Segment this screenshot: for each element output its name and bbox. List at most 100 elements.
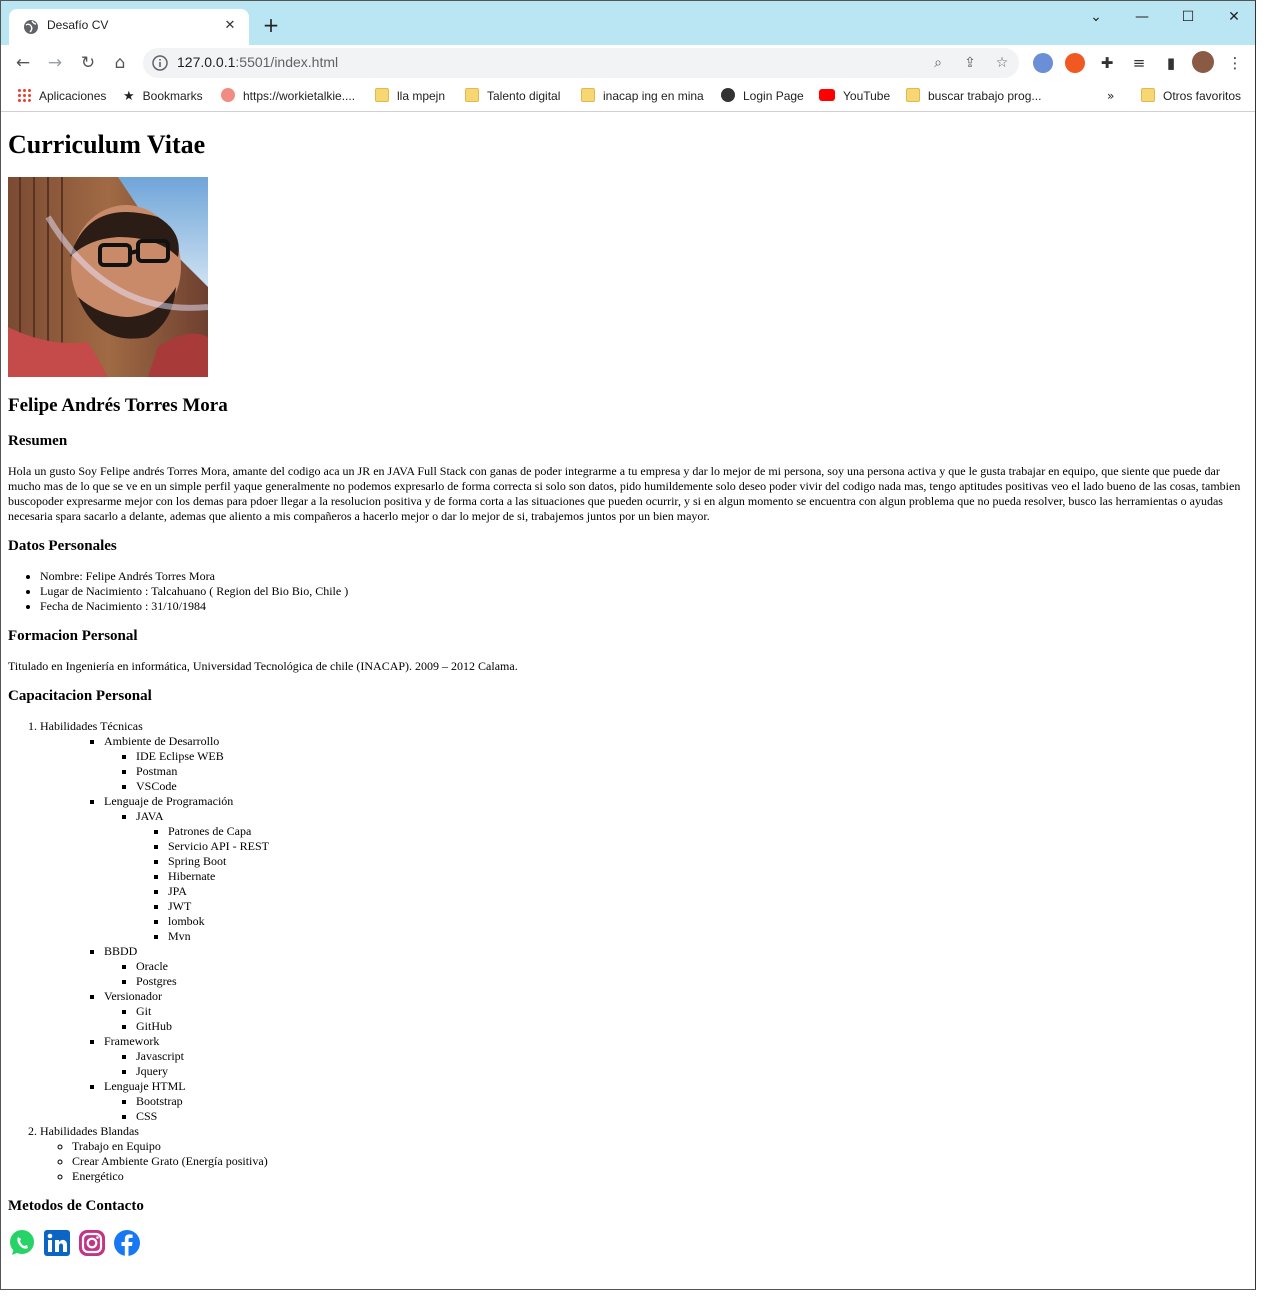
list-item: GitHub bbox=[136, 1019, 1253, 1034]
versionador-label: Versionador bbox=[104, 989, 162, 1003]
bbdd-list: Oracle Postgres bbox=[104, 959, 1253, 989]
java-label: JAVA bbox=[136, 809, 164, 823]
url-text[interactable]: 127.0.0.1:5501/index.html bbox=[177, 54, 338, 70]
list-item: JPA bbox=[168, 884, 1253, 899]
list-item: Framework Javascript Jquery bbox=[104, 1034, 1253, 1079]
resumen-heading: Resumen bbox=[8, 433, 68, 449]
linkedin-icon[interactable] bbox=[43, 1229, 71, 1257]
contacto-heading: Metodos de Contacto bbox=[8, 1198, 144, 1214]
datos-heading: Datos Personales bbox=[8, 538, 117, 554]
tab-desafio-cv[interactable]: Desafío CV ✕ bbox=[9, 9, 249, 45]
page-title: Curriculum Vitae bbox=[8, 130, 206, 159]
extensions-puzzle-icon[interactable]: ✚ bbox=[1095, 51, 1119, 75]
bookmark-bookmarks[interactable]: ★ Bookmarks bbox=[123, 87, 203, 105]
list-item: Nombre: Felipe Andrés Torres Mora bbox=[40, 569, 1253, 584]
maximize-button[interactable]: ☐ bbox=[1165, 7, 1211, 27]
list-item: Javascript bbox=[136, 1049, 1253, 1064]
bookmark-workietalkie[interactable]: https://workietalkie.... bbox=[221, 87, 355, 105]
info-icon[interactable] bbox=[151, 54, 169, 72]
instagram-icon[interactable] bbox=[78, 1229, 106, 1257]
ambiente-list: IDE Eclipse WEB Postman VSCode bbox=[104, 749, 1253, 794]
bookmark-youtube[interactable]: YouTube bbox=[819, 87, 890, 105]
whatsapp-icon[interactable] bbox=[8, 1229, 36, 1257]
bookmark-star-icon[interactable]: ☆ bbox=[993, 54, 1011, 72]
formacion-heading: Formacion Personal bbox=[8, 628, 138, 644]
blandas-label: Habilidades Blandas bbox=[40, 1124, 139, 1138]
back-icon[interactable]: ← bbox=[11, 51, 35, 75]
bookmark-aplicaciones[interactable]: Aplicaciones bbox=[17, 87, 106, 105]
tab-title: Desafío CV bbox=[47, 18, 109, 32]
formacion-text: Titulado en Ingeniería en informática, U… bbox=[8, 659, 518, 673]
bookmark-lla-mpejn[interactable]: lla mpejn bbox=[375, 87, 445, 105]
bookmarks-bar: Aplicaciones ★ Bookmarks https://workieta… bbox=[1, 81, 1255, 112]
list-item: Oracle bbox=[136, 959, 1253, 974]
list-item-tecnicas: Habilidades Técnicas Ambiente de Desarro… bbox=[40, 719, 1253, 1124]
youtube-icon bbox=[819, 89, 835, 101]
list-item: Lenguaje de Programación JAVA Patrones d… bbox=[104, 794, 1253, 944]
share-icon[interactable]: ⇪ bbox=[961, 54, 979, 72]
profile-photo bbox=[8, 177, 208, 377]
folder-icon bbox=[906, 88, 920, 102]
home-icon[interactable]: ⌂ bbox=[108, 51, 132, 75]
bookmark-login-page[interactable]: Login Page bbox=[721, 87, 804, 105]
extension-icon[interactable] bbox=[1033, 53, 1053, 73]
versionador-list: Git GitHub bbox=[104, 1004, 1253, 1034]
html-label: Lenguaje HTML bbox=[104, 1079, 186, 1093]
list-item: Spring Boot bbox=[168, 854, 1253, 869]
forward-icon[interactable]: → bbox=[43, 51, 67, 75]
folder-icon bbox=[1141, 88, 1155, 102]
zoom-icon[interactable]: ⌕ bbox=[929, 54, 947, 72]
list-item: Servicio API - REST bbox=[168, 839, 1253, 854]
list-item: IDE Eclipse WEB bbox=[136, 749, 1253, 764]
toolbar: ← → ↻ ⌂ 127.0.0.1:5501/index.html ⌕ ⇪ ☆ … bbox=[1, 45, 1255, 81]
list-item: Fecha de Nacimiento : 31/10/1984 bbox=[40, 599, 1253, 614]
list-item: BBDD Oracle Postgres bbox=[104, 944, 1253, 989]
close-tab-icon[interactable]: ✕ bbox=[221, 17, 239, 35]
list-item: Postman bbox=[136, 764, 1253, 779]
list-item: Git bbox=[136, 1004, 1253, 1019]
more-bookmarks-icon[interactable]: » bbox=[1107, 87, 1114, 105]
reload-icon[interactable]: ↻ bbox=[76, 51, 100, 75]
list-item: Postgres bbox=[136, 974, 1253, 989]
bookmark-buscar-trabajo[interactable]: buscar trabajo prog... bbox=[906, 87, 1041, 105]
facebook-icon[interactable] bbox=[113, 1229, 141, 1257]
list-item: lombok bbox=[168, 914, 1253, 929]
side-panel-icon[interactable]: ▮ bbox=[1159, 51, 1183, 75]
resumen-text: Hola un gusto Soy Felipe andrés Torres M… bbox=[8, 464, 1241, 523]
minimize-button[interactable]: — bbox=[1119, 7, 1165, 27]
globe-icon bbox=[24, 20, 38, 34]
close-window-button[interactable]: ✕ bbox=[1211, 7, 1255, 27]
bookmark-inacap[interactable]: inacap ing en mina bbox=[581, 87, 704, 105]
java-list: Patrones de Capa Servicio API - REST Spr… bbox=[136, 824, 1253, 944]
list-item: JWT bbox=[168, 899, 1253, 914]
url-path: :5501/index.html bbox=[235, 54, 339, 70]
lenguaje-label: Lenguaje de Programación bbox=[104, 794, 234, 808]
datos-list: Nombre: Felipe Andrés Torres Mora Lugar … bbox=[8, 569, 1253, 614]
star-icon: ★ bbox=[123, 89, 135, 104]
menu-kebab-icon[interactable]: ⋮ bbox=[1223, 51, 1247, 75]
address-bar[interactable]: 127.0.0.1:5501/index.html ⌕ ⇪ ☆ bbox=[143, 48, 1019, 78]
list-item: CSS bbox=[136, 1109, 1253, 1124]
browser-window: Desafío CV ✕ + ⌄ — ☐ ✕ ← → ↻ ⌂ 127.0.0.1… bbox=[0, 0, 1256, 1290]
social-links bbox=[8, 1229, 1253, 1259]
profile-avatar[interactable] bbox=[1192, 51, 1214, 73]
list-item: Jquery bbox=[136, 1064, 1253, 1079]
list-item: Versionador Git GitHub bbox=[104, 989, 1253, 1034]
blandas-list: Trabajo en Equipo Crear Ambiente Grato (… bbox=[40, 1139, 1253, 1184]
list-item: Lenguaje HTML Bootstrap CSS bbox=[104, 1079, 1253, 1124]
framework-label: Framework bbox=[104, 1034, 160, 1048]
folder-icon bbox=[581, 88, 595, 102]
tab-search-icon[interactable]: ⌄ bbox=[1073, 7, 1119, 27]
media-queue-icon[interactable]: ≡ bbox=[1127, 51, 1151, 75]
globe-icon bbox=[721, 88, 735, 102]
list-item: Crear Ambiente Grato (Energía positiva) bbox=[72, 1154, 1253, 1169]
new-tab-button[interactable]: + bbox=[259, 13, 283, 37]
tecnicas-list: Ambiente de Desarrollo IDE Eclipse WEB P… bbox=[40, 734, 1253, 1124]
folder-icon bbox=[465, 88, 479, 102]
extension-orange-icon[interactable] bbox=[1065, 53, 1085, 73]
list-item: Patrones de Capa bbox=[168, 824, 1253, 839]
bookmark-talento-digital[interactable]: Talento digital bbox=[465, 87, 560, 105]
tecnicas-label: Habilidades Técnicas bbox=[40, 719, 143, 733]
url-host: 127.0.0.1 bbox=[177, 54, 236, 70]
bookmark-otros-favoritos[interactable]: Otros favoritos bbox=[1141, 87, 1241, 105]
